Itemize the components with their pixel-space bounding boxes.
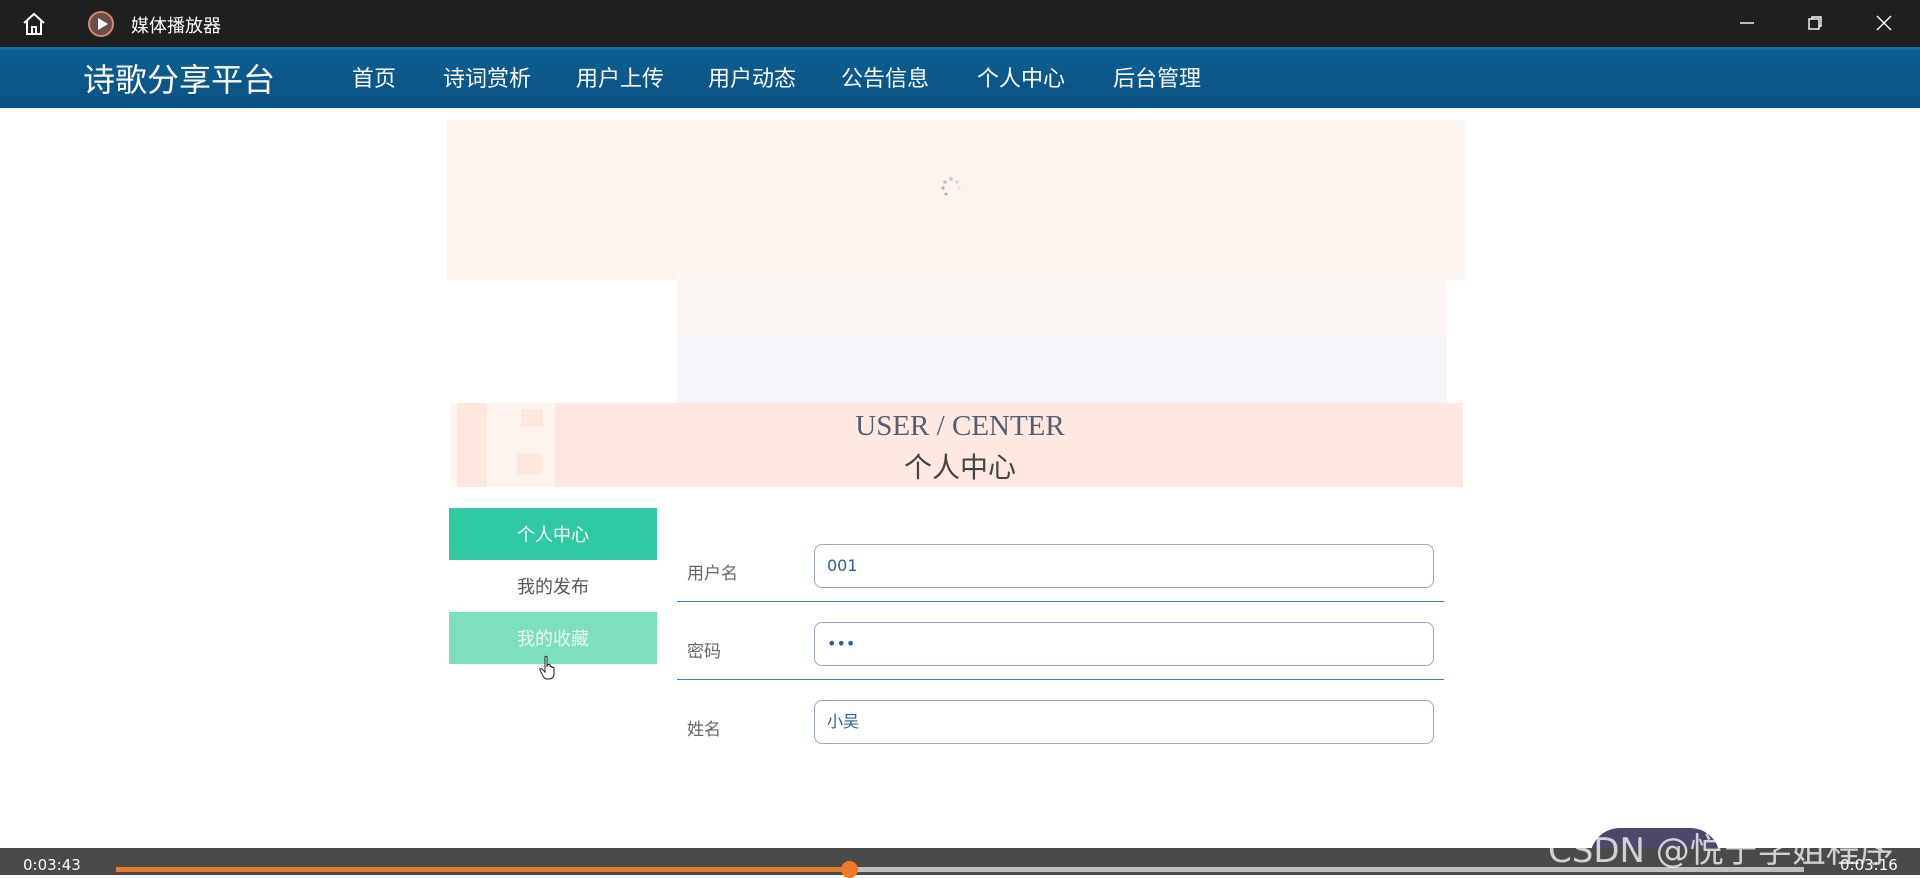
password-row: 密码 •••: [677, 609, 1444, 687]
loading-spinner-icon: [941, 177, 961, 196]
seek-bar-progress: [116, 867, 849, 872]
nav-personal-center[interactable]: 个人中心: [966, 61, 1076, 113]
nav-user-activity[interactable]: 用户动态: [708, 61, 796, 107]
name-row: 姓名 小吴: [677, 687, 1444, 765]
password-label: 密码: [687, 642, 721, 662]
row-divider: [677, 601, 1444, 602]
faded-previous-frame: [447, 120, 1465, 280]
home-icon[interactable]: [20, 11, 48, 37]
restore-button[interactable]: [1793, 8, 1837, 38]
sidebar-item-personal-center[interactable]: 个人中心: [449, 508, 657, 560]
hand-cursor-icon: [539, 655, 555, 680]
site-nav-bar: 诗歌分享平台 首页 诗词赏析 用户上传 用户动态 公告信息 个人中心 后台管理: [0, 47, 1920, 113]
username-row: 用户名 001: [677, 531, 1444, 609]
nav-user-upload[interactable]: 用户上传: [576, 61, 664, 107]
name-label: 姓名: [687, 720, 721, 740]
nav-admin[interactable]: 后台管理: [1113, 61, 1201, 107]
csdn-watermark: CSDN @悦宁学姐程序: [1548, 831, 1894, 871]
username-input[interactable]: 001: [814, 544, 1434, 588]
section-title-cn: 个人中心: [903, 453, 1016, 484]
nav-home[interactable]: 首页: [352, 61, 396, 107]
faded-previous-frame-strip: [677, 270, 1447, 340]
minimize-icon: [1740, 22, 1754, 24]
section-title-en: USER / CENTER: [855, 410, 1065, 442]
close-icon: [1876, 15, 1892, 31]
restore-icon: [1808, 16, 1822, 30]
player-title-bar: 媒体播放器: [0, 0, 1920, 47]
password-input[interactable]: •••: [814, 622, 1434, 666]
current-time: 0:03:43: [23, 856, 81, 874]
nav-announcements[interactable]: 公告信息: [841, 61, 929, 107]
minimize-button[interactable]: [1725, 8, 1769, 38]
sidebar-item-my-posts[interactable]: 我的发布: [449, 560, 657, 612]
name-input[interactable]: 小吴: [814, 700, 1434, 744]
site-brand[interactable]: 诗歌分享平台: [83, 55, 275, 101]
nav-poetry-appreciation[interactable]: 诗词赏析: [443, 61, 531, 107]
seek-bar-handle[interactable]: [840, 861, 858, 878]
media-player-icon: [88, 11, 114, 37]
close-button[interactable]: [1862, 8, 1906, 38]
row-divider: [677, 679, 1444, 680]
window-title: 媒体播放器: [131, 16, 221, 37]
username-label: 用户名: [687, 564, 738, 584]
